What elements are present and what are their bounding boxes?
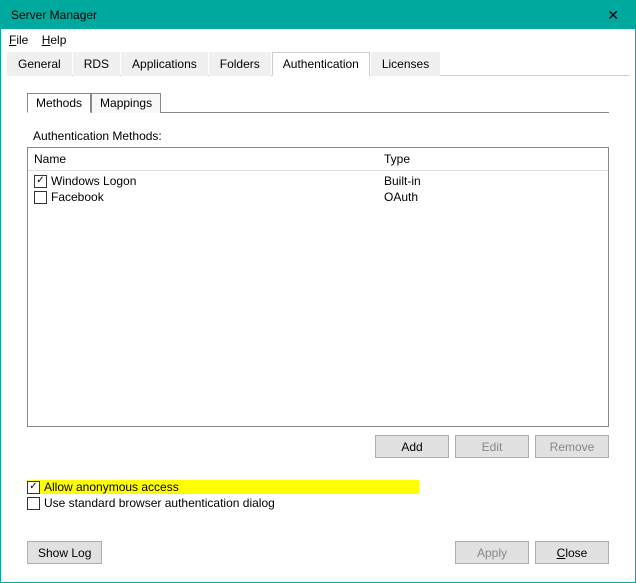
subtab-mappings[interactable]: Mappings — [91, 93, 161, 113]
apply-button[interactable]: Apply — [455, 541, 529, 564]
close-button[interactable]: Close — [535, 541, 609, 564]
menu-help[interactable]: Help — [42, 33, 67, 47]
subtab-methods[interactable]: Methods — [27, 93, 91, 113]
checkbox-allow-anonymous[interactable] — [27, 481, 40, 494]
row-checkbox[interactable] — [34, 175, 47, 188]
list-body: Windows Logon Built-in Facebook OAuth — [28, 171, 608, 207]
auth-methods-list[interactable]: Name Type Windows Logon Built-in Faceboo… — [27, 147, 609, 427]
section-label: Authentication Methods: — [33, 129, 609, 143]
tab-folders[interactable]: Folders — [209, 52, 271, 76]
option-label: Use standard browser authentication dial… — [44, 496, 275, 510]
table-row[interactable]: Facebook OAuth — [34, 189, 602, 205]
content-area: Methods Mappings Authentication Methods:… — [1, 76, 635, 522]
row-type: OAuth — [384, 190, 602, 204]
col-header-name[interactable]: Name — [34, 152, 384, 166]
tab-general[interactable]: General — [7, 52, 72, 76]
window-title: Server Manager — [11, 8, 97, 22]
footer: Show Log Apply Close — [27, 541, 609, 564]
list-buttons: Add Edit Remove — [27, 435, 609, 458]
tab-licenses[interactable]: Licenses — [371, 52, 440, 76]
tab-rds[interactable]: RDS — [73, 52, 120, 76]
titlebar: Server Manager ✕ — [1, 1, 635, 29]
main-tabs: General RDS Applications Folders Authent… — [7, 51, 629, 76]
col-header-type[interactable]: Type — [384, 152, 602, 166]
remove-button[interactable]: Remove — [535, 435, 609, 458]
menubar: File Help — [1, 29, 635, 51]
edit-button[interactable]: Edit — [455, 435, 529, 458]
row-type: Built-in — [384, 174, 602, 188]
show-log-button[interactable]: Show Log — [27, 541, 102, 564]
menu-file[interactable]: File — [9, 33, 28, 47]
row-checkbox[interactable] — [34, 191, 47, 204]
row-name: Windows Logon — [51, 174, 136, 188]
table-row[interactable]: Windows Logon Built-in — [34, 173, 602, 189]
close-icon[interactable]: ✕ — [599, 3, 627, 28]
option-standard-dialog[interactable]: Use standard browser authentication dial… — [27, 496, 515, 510]
option-label: Allow anonymous access — [44, 480, 179, 494]
sub-tabs: Methods Mappings — [27, 92, 609, 113]
option-allow-anonymous[interactable]: Allow anonymous access — [27, 480, 419, 494]
checkbox-standard-dialog[interactable] — [27, 497, 40, 510]
row-name: Facebook — [51, 190, 104, 204]
tab-applications[interactable]: Applications — [121, 52, 208, 76]
tab-authentication[interactable]: Authentication — [272, 52, 370, 76]
list-header: Name Type — [28, 148, 608, 171]
add-button[interactable]: Add — [375, 435, 449, 458]
